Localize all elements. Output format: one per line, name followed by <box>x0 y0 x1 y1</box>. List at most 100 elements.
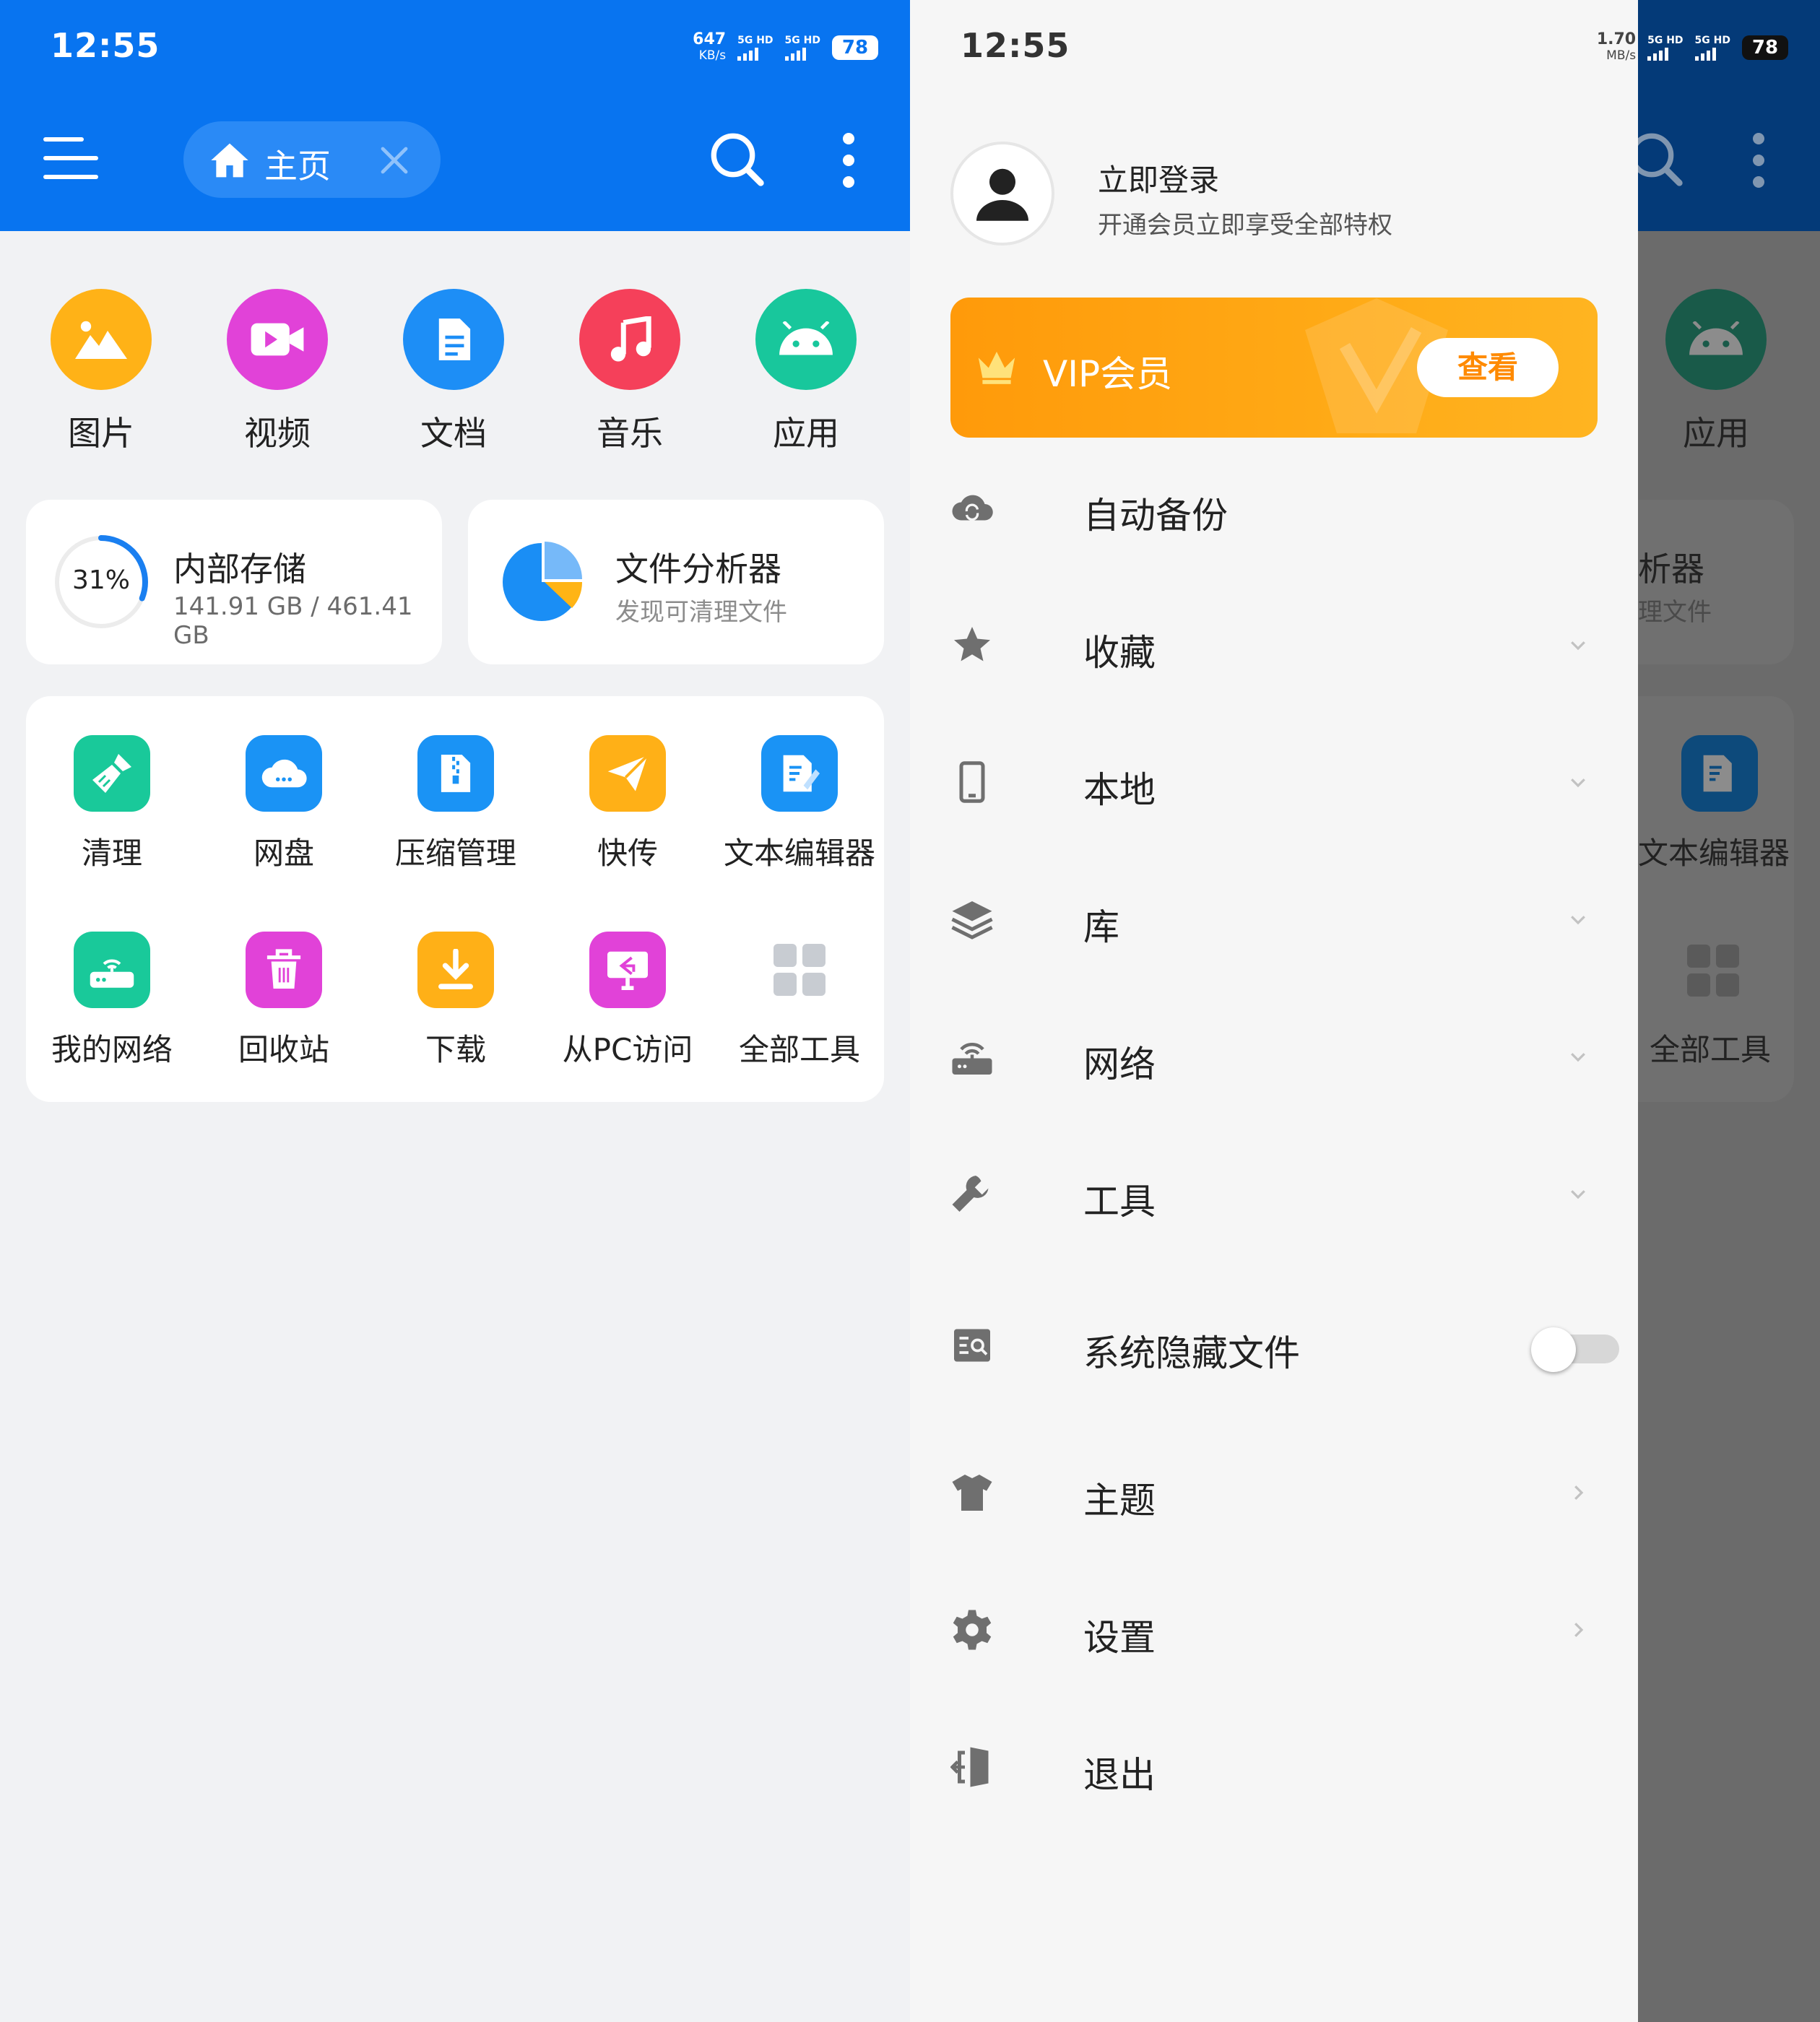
tool-pc-access[interactable]: 从PC访问 <box>542 932 714 1069</box>
zip-icon <box>417 735 494 812</box>
drawer-item-hidden-files[interactable]: 系统隐藏文件 <box>950 1313 1619 1378</box>
android-icon <box>1665 289 1767 390</box>
category-documents[interactable]: 文档 <box>389 289 519 455</box>
status-time: 12:55 <box>961 26 1070 65</box>
tool-recycle-bin[interactable]: 回收站 <box>198 932 370 1069</box>
text-edit-icon <box>1681 735 1758 812</box>
phone-icon <box>959 761 985 803</box>
tool-all-tools[interactable]: 全部工具 <box>714 932 885 1069</box>
vip-view-button[interactable]: 查看 <box>1417 338 1559 397</box>
send-icon <box>589 735 666 812</box>
network-speed: 1.70 MB/s <box>1596 30 1637 64</box>
hidden-file-icon <box>954 1329 990 1362</box>
signal-sim2-icon: 5G HD <box>784 35 820 61</box>
chevron-right-icon[interactable] <box>1567 1482 1589 1504</box>
cloud-icon <box>246 735 322 812</box>
storage-title: 内部存储 <box>173 550 306 589</box>
grid-icon <box>761 932 838 1008</box>
shirt-icon <box>952 1475 992 1511</box>
chevron-down-icon[interactable] <box>1567 1183 1589 1205</box>
crown-icon <box>978 352 1015 384</box>
tool-compression[interactable]: 压缩管理 <box>370 735 542 873</box>
exit-icon <box>950 1747 989 1787</box>
cloud-sync-icon <box>952 495 993 521</box>
category-apps[interactable]: 应用 <box>741 289 871 455</box>
grid-icon <box>1687 945 1739 997</box>
layers-icon <box>951 901 993 940</box>
home-tab[interactable]: 主页 <box>183 121 441 198</box>
trash-icon <box>246 932 322 1008</box>
login-title[interactable]: 立即登录 <box>1098 156 1219 200</box>
drawer-item-favorites[interactable]: 收藏 <box>950 612 1598 677</box>
chevron-down-icon[interactable] <box>1567 908 1589 930</box>
menu-icon[interactable] <box>43 137 98 181</box>
tool-my-network[interactable]: 我的网络 <box>26 932 198 1069</box>
video-icon <box>227 289 328 390</box>
android-icon <box>755 289 857 390</box>
document-icon <box>403 289 504 390</box>
chevron-down-icon[interactable] <box>1567 634 1589 656</box>
hidden-files-toggle[interactable] <box>1531 1327 1619 1372</box>
download-icon <box>417 932 494 1008</box>
image-icon <box>51 289 152 390</box>
category-music[interactable]: 音乐 <box>565 289 695 455</box>
vip-banner[interactable]: VIP会员 查看 <box>950 298 1598 438</box>
chevron-down-icon[interactable] <box>1567 1046 1589 1067</box>
home-icon <box>211 143 248 178</box>
tool-quick-transfer[interactable]: 快传 <box>542 735 714 873</box>
pie-chart-icon <box>503 542 582 621</box>
router-icon <box>952 1042 992 1075</box>
tools-card: 清理 网盘 压缩管理 快传 文本编辑器 我的网络 回收站 下载 从PC访问 全部… <box>26 696 884 1102</box>
home-tab-label: 主页 <box>264 147 331 186</box>
more-options-icon[interactable] <box>838 131 859 189</box>
router-icon <box>74 932 150 1008</box>
drawer-item-network[interactable]: 网络 <box>950 1024 1598 1089</box>
drawer-item-library[interactable]: 库 <box>950 887 1598 952</box>
status-indicators: 1.70 MB/s 5G HD 5G HD 78 <box>1597 32 1788 64</box>
storage-detail: 141.91 GB / 461.41 GB <box>173 592 413 650</box>
drawer-item-settings[interactable]: 设置 <box>950 1597 1598 1662</box>
signal-sim1-icon: 5G HD <box>737 35 774 61</box>
chevron-down-icon[interactable] <box>1567 771 1589 793</box>
status-time: 12:55 <box>51 26 160 65</box>
battery-level: 78 <box>832 35 878 60</box>
signal-sim1-icon: 5G HD <box>1647 35 1684 61</box>
wrench-icon <box>952 1176 989 1212</box>
storage-percent: 31% <box>72 565 130 595</box>
pc-access-icon <box>589 932 666 1008</box>
category-videos[interactable]: 视频 <box>212 289 342 455</box>
text-edit-icon <box>761 735 838 812</box>
signal-sim2-icon: 5G HD <box>1694 35 1730 61</box>
dimmed-category-apps: 应用 <box>1651 289 1781 455</box>
avatar[interactable] <box>950 142 1054 246</box>
music-icon <box>579 289 680 390</box>
battery-level: 78 <box>1742 35 1788 60</box>
user-icon <box>976 168 1028 221</box>
dimmed-tools-card: 文本编辑器 全部工具 <box>1638 696 1794 1102</box>
tool-cloud-drive[interactable]: 网盘 <box>198 735 370 873</box>
tool-clean[interactable]: 清理 <box>26 735 198 873</box>
close-icon[interactable] <box>377 143 412 178</box>
chevron-right-icon[interactable] <box>1567 1619 1589 1641</box>
dimmed-analyzer-card: 析器 理文件 <box>1638 500 1794 664</box>
navigation-drawer: 立即登录 开通会员立即享受全部特权 VIP会员 查看 自动备份 收藏 本地 库 <box>910 0 1638 2022</box>
analyzer-title: 文件分析器 <box>615 550 781 589</box>
file-analyzer-card[interactable]: 文件分析器 发现可清理文件 <box>468 500 884 664</box>
drawer-item-exit[interactable]: 退出 <box>950 1735 1598 1800</box>
drawer-item-theme[interactable]: 主题 <box>950 1460 1598 1525</box>
category-images[interactable]: 图片 <box>36 289 166 455</box>
analyzer-subtitle: 发现可清理文件 <box>615 598 787 627</box>
drawer-item-auto-backup[interactable]: 自动备份 <box>950 475 1598 540</box>
login-subtitle: 开通会员立即享受全部特权 <box>1098 211 1392 240</box>
search-icon[interactable] <box>708 130 766 188</box>
drawer-item-local[interactable]: 本地 <box>950 750 1598 815</box>
vip-label: VIP会员 <box>1043 353 1173 395</box>
tool-download[interactable]: 下载 <box>370 932 542 1069</box>
drawer-screen: 应用 析器 理文件 文本编辑器 全部工具 12:55 1.70 MB/s 5G … <box>910 0 1820 2022</box>
status-indicators: 647 KB/s 5G HD 5G HD 78 <box>693 32 878 64</box>
internal-storage-card[interactable]: 31% 内部存储 141.91 GB / 461.41 GB <box>26 500 442 664</box>
tool-text-editor[interactable]: 文本编辑器 <box>714 735 885 873</box>
star-icon <box>954 627 990 661</box>
drawer-item-tools[interactable]: 工具 <box>950 1161 1598 1226</box>
home-screen: 12:55 647 KB/s 5G HD 5G HD 78 主页 图片 视频 文… <box>0 0 910 2022</box>
